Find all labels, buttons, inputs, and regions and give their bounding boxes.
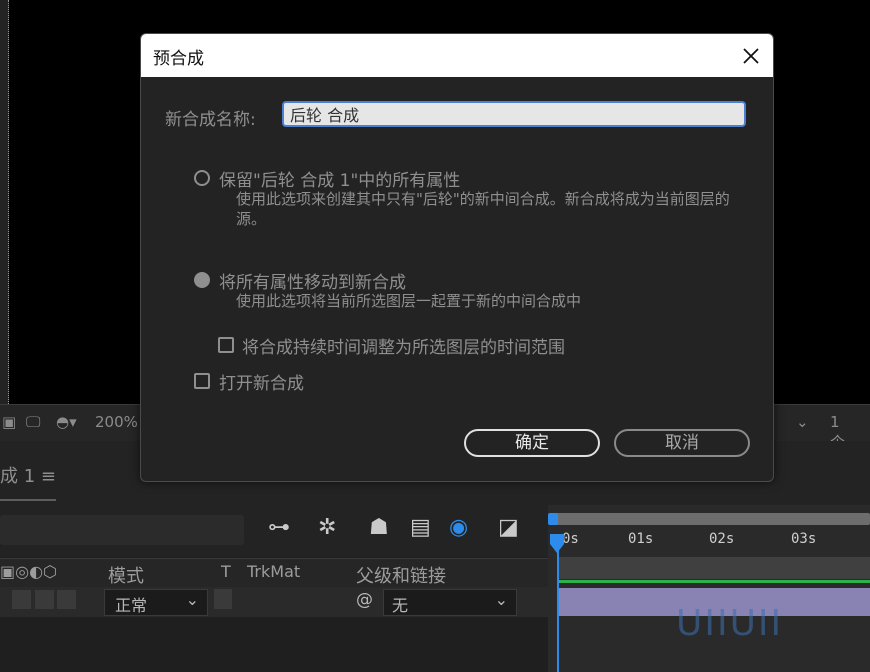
zoom-level[interactable]: 200%: [95, 413, 138, 431]
precompose-dialog: 预合成 新合成名称: 保留"后轮 合成 1"中的所有属性 使用此选项来创建其中只…: [140, 33, 774, 482]
composition-tab[interactable]: 成 1 ≡: [0, 462, 56, 488]
work-area-start-handle[interactable]: [548, 513, 558, 525]
draft-3d-icon[interactable]: ✲: [318, 515, 336, 540]
graph-editor-icon[interactable]: ◪: [498, 515, 519, 540]
playhead-line[interactable]: [557, 540, 559, 672]
open-new-comp-checkbox[interactable]: [194, 373, 210, 389]
motion-blur-icon[interactable]: ◉: [449, 515, 468, 540]
layer-switch[interactable]: [35, 590, 54, 609]
ruler-tick-label: 03s: [791, 531, 817, 547]
left-panel-edge: [0, 0, 9, 404]
mask-icon[interactable]: ◓▾: [56, 413, 77, 431]
snapshot-icon[interactable]: ▣: [2, 413, 16, 431]
active-tab-indicator: [0, 499, 56, 501]
leave-attributes-description: 使用此选项来创建其中只有"后轮"的新中间合成。新合成将成为当前图层的源。: [236, 190, 730, 228]
trkmat-checkbox[interactable]: [214, 589, 232, 609]
layer-switch[interactable]: [12, 590, 31, 609]
layer-search-input[interactable]: [0, 515, 244, 545]
move-attributes-label[interactable]: 将所有属性移动到新合成: [219, 268, 406, 293]
layer-switch[interactable]: [57, 590, 76, 609]
trkmat-column-header[interactable]: TrkMat: [247, 562, 300, 581]
chevron-down-icon: ⌄: [494, 590, 508, 609]
chevron-down-icon: ⌄: [185, 590, 199, 609]
move-attributes-radio[interactable]: [194, 272, 210, 288]
monitor-icon[interactable]: 🖵: [26, 413, 40, 431]
ok-button[interactable]: 确定: [464, 429, 600, 457]
adjust-duration-checkbox[interactable]: [218, 337, 234, 353]
new-composition-name-input[interactable]: [282, 101, 746, 127]
parent-value: 无: [392, 596, 409, 615]
close-icon[interactable]: [735, 40, 767, 72]
move-attributes-description: 使用此选项将当前所选图层一起置于新的中间合成中: [236, 292, 582, 310]
frame-blending-icon[interactable]: ▤: [410, 515, 431, 540]
layer-track-header: [558, 557, 870, 579]
shy-layers-icon[interactable]: ☗: [369, 515, 389, 540]
ruler-tick-label: 01s: [628, 531, 654, 547]
leave-attributes-label[interactable]: 保留"后轮 合成 1"中的所有属性: [219, 166, 460, 191]
cancel-button[interactable]: 取消: [614, 429, 750, 457]
new-composition-name-label: 新合成名称:: [165, 110, 256, 130]
leave-attributes-radio[interactable]: [194, 170, 210, 186]
switches-icons: ▣◎◐⬡: [0, 562, 58, 581]
mode-column-header[interactable]: 模式: [108, 562, 144, 588]
parent-column-header[interactable]: 父级和链接: [356, 562, 446, 588]
playhead-handle[interactable]: [549, 534, 565, 554]
layer-list-empty-area: [0, 617, 548, 672]
ruler-tick-label: 02s: [709, 531, 735, 547]
watermark-logo: UIIUII: [676, 603, 784, 644]
preserve-transparency-header[interactable]: T: [221, 562, 231, 581]
menu-icon[interactable]: ≡: [41, 466, 56, 487]
blend-mode-select[interactable]: 正常 ⌄: [104, 589, 208, 616]
dialog-titlebar: 预合成: [141, 34, 773, 77]
work-area-indicator: [558, 580, 870, 583]
pick-whip-icon[interactable]: @: [356, 590, 373, 610]
dialog-title: 预合成: [153, 49, 204, 69]
parent-select[interactable]: 无 ⌄: [383, 589, 517, 616]
chevron-down-icon[interactable]: ⌄: [796, 413, 809, 431]
blend-mode-value: 正常: [115, 596, 148, 615]
work-area-bar[interactable]: [552, 513, 870, 525]
open-new-comp-label[interactable]: 打开新合成: [219, 369, 304, 394]
composition-flowchart-icon[interactable]: ⊶: [268, 515, 290, 540]
adjust-duration-label[interactable]: 将合成持续时间调整为所选图层的时间范围: [242, 333, 565, 358]
